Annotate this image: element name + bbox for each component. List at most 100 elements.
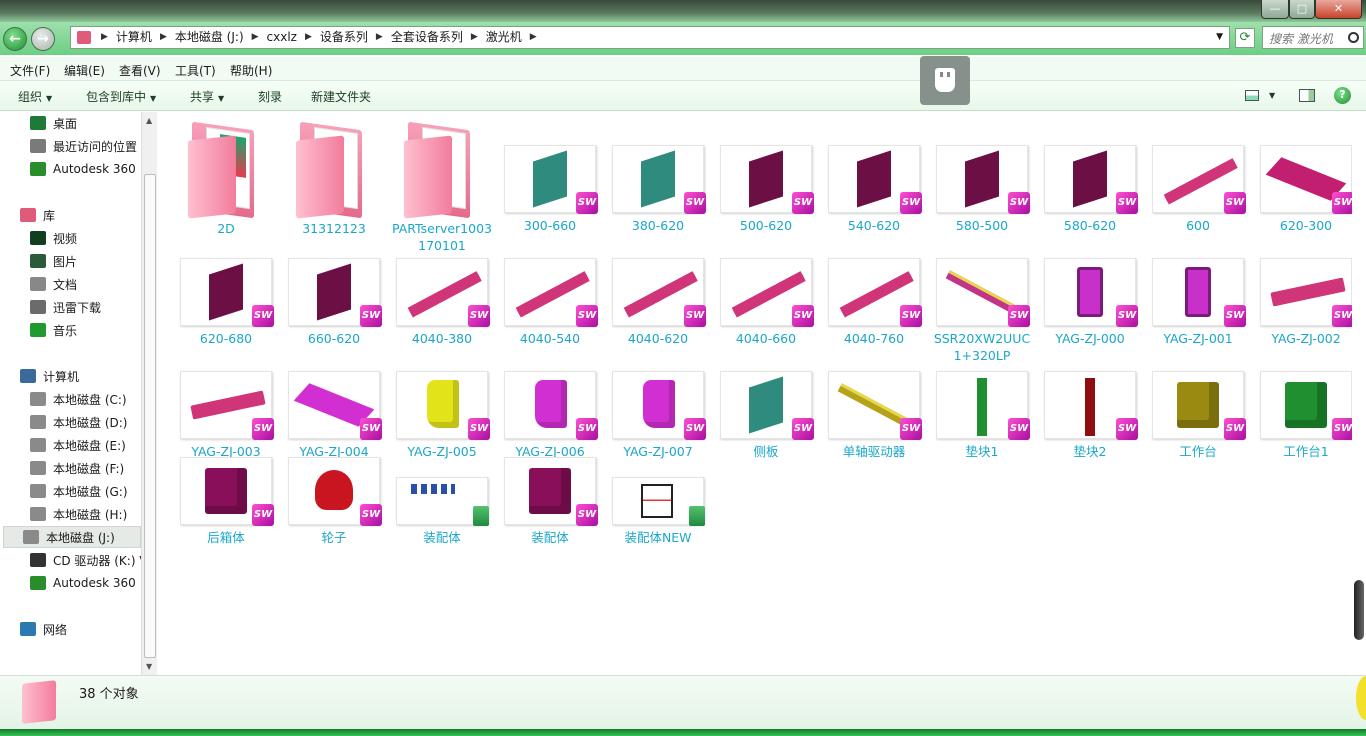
chevron-down-icon[interactable]: ▼ xyxy=(1216,32,1223,42)
sidebar-item[interactable]: 桌面 xyxy=(30,112,77,134)
breadcrumb-item[interactable]: 激光机 xyxy=(482,30,526,45)
file-item[interactable]: SW YAG-ZJ-002 xyxy=(1254,258,1358,347)
file-item[interactable]: SW SSR20XW2UUC1+320LP xyxy=(930,258,1034,364)
menu-tools[interactable]: 工具(T) xyxy=(175,62,216,79)
file-item[interactable]: SW 580-620 xyxy=(1038,145,1142,234)
breadcrumb-item[interactable]: 本地磁盘 (J:) xyxy=(171,30,248,45)
scroll-grip[interactable] xyxy=(1354,580,1364,640)
breadcrumb-separator-icon[interactable]: ▶ xyxy=(97,30,112,45)
breadcrumb-item[interactable]: 计算机 xyxy=(112,30,156,45)
menu-edit[interactable]: 编辑(E) xyxy=(64,62,105,79)
scroll-up-arrow-icon[interactable]: ▲ xyxy=(146,116,152,125)
sidebar-item[interactable]: 文档 xyxy=(30,273,77,295)
file-item[interactable]: SW 4040-760 xyxy=(822,258,926,347)
sidebar-item[interactable]: 图片 xyxy=(30,250,77,272)
sidebar-item[interactable]: 本地磁盘 (F:) xyxy=(30,457,124,479)
breadcrumb-item[interactable]: 设备系列 xyxy=(316,30,372,45)
share-button[interactable]: 共享 ▼ xyxy=(190,88,224,105)
file-item[interactable]: SW 4040-540 xyxy=(498,258,602,347)
folder-item[interactable]: PARTserver1003170101 xyxy=(390,120,494,254)
sidebar-item[interactable]: 库 xyxy=(20,204,55,226)
sidebar-item[interactable]: 最近访问的位置 xyxy=(30,135,137,157)
file-item[interactable]: SW 工作台1 xyxy=(1254,371,1358,460)
menu-view[interactable]: 查看(V) xyxy=(119,62,161,79)
forward-button[interactable]: → xyxy=(31,27,55,51)
file-item[interactable]: SW YAG-ZJ-000 xyxy=(1038,258,1142,347)
file-item[interactable]: SW 580-500 xyxy=(930,145,1034,234)
usb-notification-icon[interactable] xyxy=(920,56,970,105)
sidebar-item[interactable]: 迅雷下载 xyxy=(30,296,101,318)
file-item[interactable]: SW 540-620 xyxy=(822,145,926,234)
organize-button[interactable]: 组织 ▼ xyxy=(18,88,52,105)
sidebar-item[interactable]: 计算机 xyxy=(20,365,79,387)
breadcrumb-separator-icon[interactable]: ▶ xyxy=(467,30,482,45)
menu-help[interactable]: 帮助(H) xyxy=(230,62,272,79)
preview-pane-icon[interactable] xyxy=(1299,89,1315,102)
address-bar[interactable]: ▶ 计算机 ▶ 本地磁盘 (J:) ▶ cxxlz ▶ 设备系列 ▶ 全套设备系列 ▶ 激光机 ▶ ▼ xyxy=(70,26,1230,49)
file-item[interactable]: SW 后箱体 xyxy=(174,457,278,546)
close-button[interactable]: ✕ xyxy=(1315,0,1362,19)
breadcrumb-item[interactable]: 全套设备系列 xyxy=(387,30,467,45)
include-in-library-button[interactable]: 包含到库中 ▼ xyxy=(86,88,156,105)
file-item[interactable]: SW 500-620 xyxy=(714,145,818,234)
burn-button[interactable]: 刻录 xyxy=(258,88,282,105)
sidebar-item[interactable]: Autodesk 360 xyxy=(30,158,136,180)
sidebar-item[interactable]: 本地磁盘 (C:) xyxy=(30,388,127,410)
file-item[interactable]: SW YAG-ZJ-006 xyxy=(498,371,602,460)
sidebar-item[interactable]: 本地磁盘 (H:) xyxy=(30,503,127,525)
file-item[interactable]: SW YAG-ZJ-003 xyxy=(174,371,278,460)
file-item[interactable]: SW 660-620 xyxy=(282,258,386,347)
breadcrumb-item[interactable]: cxxlz xyxy=(263,30,301,45)
file-item[interactable]: SW YAG-ZJ-005 xyxy=(390,371,494,460)
breadcrumb-separator-icon[interactable]: ▶ xyxy=(156,30,171,45)
scroll-down-arrow-icon[interactable]: ▼ xyxy=(146,662,152,671)
sidebar-scroll-thumb[interactable] xyxy=(144,174,156,658)
breadcrumb-separator-icon[interactable]: ▶ xyxy=(372,30,387,45)
minimize-button[interactable]: — xyxy=(1261,0,1289,19)
search-input[interactable]: 搜索 激光机 xyxy=(1262,26,1364,49)
folder-item[interactable]: 2D xyxy=(174,120,278,237)
file-item[interactable]: SW 300-660 xyxy=(498,145,602,234)
sidebar-item[interactable]: 本地磁盘 (E:) xyxy=(30,434,126,456)
sidebar-item[interactable]: Autodesk 360 xyxy=(30,572,136,594)
file-item[interactable]: SW 600 xyxy=(1146,145,1250,234)
breadcrumb-separator-icon[interactable]: ▶ xyxy=(526,30,541,45)
new-folder-button[interactable]: 新建文件夹 xyxy=(311,88,371,105)
back-button[interactable]: ← xyxy=(3,27,27,51)
file-item[interactable]: SW 侧板 xyxy=(714,371,818,460)
sidebar-item[interactable]: 视频 xyxy=(30,227,77,249)
file-item[interactable]: SW 620-680 xyxy=(174,258,278,347)
file-item[interactable]: SW YAG-ZJ-007 xyxy=(606,371,710,460)
menu-file[interactable]: 文件(F) xyxy=(10,62,50,79)
breadcrumb-separator-icon[interactable]: ▶ xyxy=(301,30,316,45)
file-item[interactable]: 装配体 xyxy=(390,477,494,546)
file-item[interactable]: SW 380-620 xyxy=(606,145,710,234)
sidebar-item[interactable]: 本地磁盘 (D:) xyxy=(30,411,127,433)
file-item[interactable]: SW 轮子 xyxy=(282,457,386,546)
breadcrumb-separator-icon[interactable]: ▶ xyxy=(248,30,263,45)
maximize-button[interactable]: □ xyxy=(1289,0,1315,19)
file-item[interactable]: SW 装配体 xyxy=(498,457,602,546)
refresh-button[interactable]: ⟳ xyxy=(1235,28,1255,48)
file-item[interactable]: SW 工作台 xyxy=(1146,371,1250,460)
view-options-icon[interactable] xyxy=(1245,90,1259,101)
file-item[interactable]: SW YAG-ZJ-001 xyxy=(1146,258,1250,347)
file-item[interactable]: SW 单轴驱动器 xyxy=(822,371,926,460)
sidebar-item[interactable]: 网络 xyxy=(20,618,67,640)
file-item[interactable]: SW YAG-ZJ-004 xyxy=(282,371,386,460)
sidebar-item[interactable]: 本地磁盘 (G:) xyxy=(30,480,128,502)
file-item[interactable]: SW 4040-620 xyxy=(606,258,710,347)
sidebar-item[interactable]: 本地磁盘 (J:) xyxy=(3,526,141,548)
folder-item[interactable]: 31312123 xyxy=(282,120,386,237)
file-item[interactable]: SW 4040-380 xyxy=(390,258,494,347)
sidebar-scrollbar[interactable]: ▲ ▼ xyxy=(141,112,157,675)
help-icon[interactable]: ? xyxy=(1334,87,1351,104)
search-icon[interactable] xyxy=(1348,32,1359,43)
file-item[interactable]: SW 620-300 xyxy=(1254,145,1358,234)
file-item[interactable]: 装配体NEW xyxy=(606,477,710,546)
file-item[interactable]: SW 4040-660 xyxy=(714,258,818,347)
sidebar-item[interactable]: CD 驱动器 (K:) V xyxy=(30,549,148,571)
sidebar-item[interactable]: 音乐 xyxy=(30,319,77,341)
file-item[interactable]: SW 垫块1 xyxy=(930,371,1034,460)
file-item[interactable]: SW 垫块2 xyxy=(1038,371,1142,460)
